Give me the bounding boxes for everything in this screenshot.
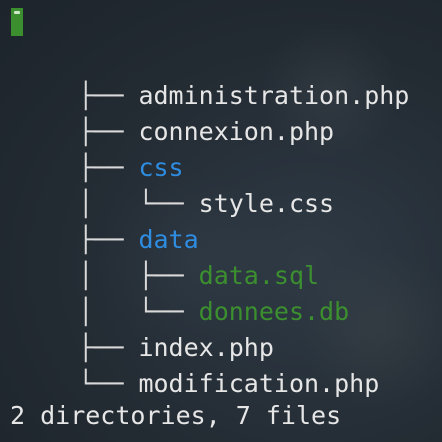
tree-line: ├── data	[18, 186, 198, 254]
tree-line: │ └── donnees.db	[18, 258, 349, 326]
tree-line: ├── administration.php	[18, 42, 409, 110]
tree-line: ├── css	[18, 114, 183, 182]
tree-line: │ └── style.css	[18, 150, 334, 218]
tree-branch: └──	[78, 369, 124, 398]
file-name: modification.php	[138, 369, 380, 398]
tree-line: └── modification.php	[18, 330, 379, 398]
tree-line: ├── connexion.php	[18, 78, 334, 146]
cursor-marker-icon	[14, 11, 20, 14]
terminal-window: ├── administration.php ├── connexion.php…	[0, 0, 442, 442]
terminal-cursor	[11, 8, 23, 36]
file-name: style.css	[198, 189, 335, 218]
tree-line: │ ├── data.sql	[18, 222, 319, 290]
tree-summary: 2 directories, 7 files	[10, 401, 342, 430]
tree-line: ├── index.php	[18, 294, 274, 362]
